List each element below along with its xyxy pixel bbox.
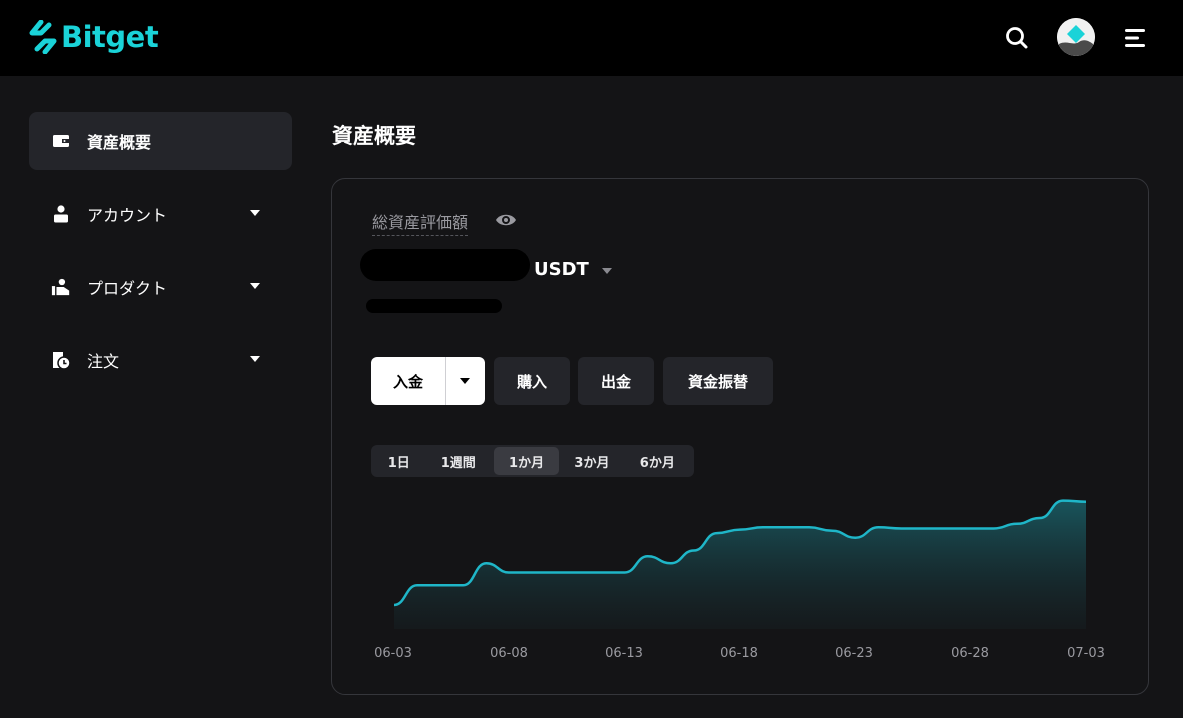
- sidebar-item-account[interactable]: アカウント: [29, 185, 292, 243]
- tab-6m[interactable]: 6か月: [625, 447, 690, 475]
- transfer-button[interactable]: 資金振替: [663, 357, 773, 405]
- redacted-balance: [360, 249, 530, 281]
- chevron-down-icon[interactable]: [602, 268, 612, 274]
- deposit-label: 入金: [392, 372, 423, 391]
- deposit-dropdown-toggle[interactable]: [446, 357, 484, 405]
- tab-3m[interactable]: 3か月: [559, 447, 624, 475]
- sidebar-item-label: 資産概要: [87, 133, 152, 152]
- time-range-tabs: 1日 1週間 1か月 3か月 6か月: [371, 445, 694, 477]
- search-icon[interactable]: [1004, 25, 1030, 51]
- chart-area-fill: [394, 500, 1086, 629]
- tab-1w[interactable]: 1週間: [423, 447, 494, 475]
- chevron-down-icon: [460, 378, 470, 384]
- sidebar: 資産概要 アカウント プロダクト 注文: [29, 112, 292, 404]
- chevron-down-icon[interactable]: [250, 356, 260, 362]
- tab-1m[interactable]: 1か月: [493, 447, 560, 475]
- product-icon: [51, 277, 71, 297]
- asset-history-chart: 06-03 06-08 06-13 06-18 06-23 06-28 07-03: [374, 499, 1105, 661]
- x-tick-label: 06-18: [720, 646, 758, 661]
- x-tick-label: 06-08: [490, 646, 528, 661]
- x-tick-label: 06-28: [951, 646, 989, 661]
- avatar[interactable]: [1057, 18, 1095, 56]
- bitget-logo[interactable]: Bitget: [28, 17, 159, 57]
- withdraw-button[interactable]: 出金: [578, 357, 654, 405]
- bitget-logo-icon: [29, 20, 57, 54]
- asset-summary-card: 総資産評価額 USDT 入金 購入 出金 資金振替 1日 1週間 1か月 3か月…: [331, 178, 1149, 695]
- x-tick-label: 06-13: [605, 646, 643, 661]
- total-assets-label[interactable]: 総資産評価額: [372, 209, 469, 236]
- tab-1d[interactable]: 1日: [375, 447, 423, 475]
- x-tick-label: 06-03: [374, 646, 412, 661]
- page-title: 資産概要: [332, 124, 416, 148]
- avatar-image: [1057, 18, 1095, 56]
- top-navigation-bar: Bitget: [0, 0, 1183, 76]
- deposit-button[interactable]: 入金: [371, 357, 485, 405]
- person-icon: [51, 204, 71, 224]
- menu-icon[interactable]: [1122, 25, 1148, 51]
- redacted-usd-value: [366, 299, 502, 313]
- sidebar-item-orders[interactable]: 注文: [29, 331, 292, 389]
- sidebar-item-asset-overview[interactable]: 資産概要: [29, 112, 292, 170]
- sidebar-item-label: アカウント: [87, 206, 168, 225]
- chevron-down-icon[interactable]: [250, 210, 260, 216]
- x-tick-label: 07-03: [1067, 646, 1105, 661]
- eye-icon[interactable]: [495, 211, 517, 229]
- sidebar-item-label: プロダクト: [87, 279, 168, 298]
- order-icon: [51, 350, 71, 370]
- sidebar-item-products[interactable]: プロダクト: [29, 258, 292, 316]
- balance-unit[interactable]: USDT: [534, 259, 589, 280]
- wallet-icon: [51, 131, 71, 151]
- buy-button[interactable]: 購入: [494, 357, 570, 405]
- chevron-down-icon[interactable]: [250, 283, 260, 289]
- x-tick-label: 06-23: [835, 646, 873, 661]
- brand-name: Bitget: [61, 20, 159, 54]
- sidebar-item-label: 注文: [87, 352, 120, 371]
